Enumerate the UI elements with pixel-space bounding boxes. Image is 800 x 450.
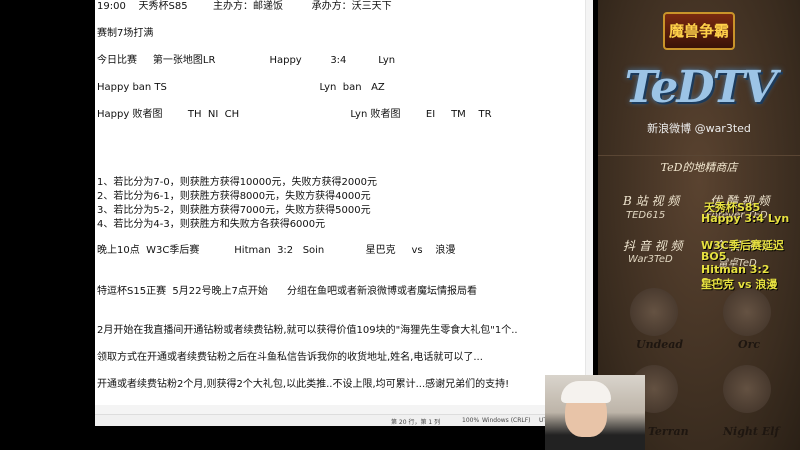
douyin-label: 抖 音 视 频	[623, 239, 683, 253]
overlay-line: Happy 3:4 Lyn	[701, 212, 790, 225]
text-line: 赛制7场打满	[97, 28, 154, 39]
overlay-line: BO5	[701, 250, 727, 263]
cursor-position: 第 20 行，第 1 列	[391, 419, 441, 426]
text-line: 特逗杯S15正赛 5月22号晚上7点开始 分组在鱼吧或者新浪微博或者魔坛情报局看	[97, 286, 477, 297]
text-line: 2、若比分为6-1，则获胜方获得8000元，失败方获得4000元	[97, 191, 371, 202]
notepad-window[interactable]: 19:00 天秀杯S85 主办方：邮递饭 承办方：沃三天下 赛制7场打满 今日比…	[95, 0, 593, 426]
douyin-id: War3TeD	[628, 254, 673, 265]
zoom-level: 100%	[462, 417, 480, 424]
tedtv-logo: TeDTV	[624, 62, 778, 113]
text-line: 开通或者续费钻粉2个月,则获得2个大礼包,以此类推..不设上限,均可累计...感…	[97, 379, 510, 390]
warcraft-logo: 魔兽争霸	[663, 12, 735, 50]
text-line: 2月开始在我直播间开通钻粉或者续费钻粉,就可以获得价值109块的"海狸先生零食大…	[97, 325, 518, 336]
bilibili-label: B 站 视 频	[623, 194, 680, 208]
text-line: 19:00 天秀杯S85 主办方：邮递饭 承办方：沃三天下	[97, 1, 392, 12]
horizontal-scrollbar[interactable]	[95, 405, 593, 414]
text-line: Happy 败者图 TH NI CH Lyn 败者图 EI TM TR	[97, 109, 492, 120]
text-line: 4、若比分为4-3，则获胜方和失败方各获得6000元	[97, 219, 326, 230]
text-line: 晚上10点 W3C季后赛 Hitman 3:2 Soin 星巴克 vs 浪漫	[97, 245, 456, 256]
night-elf-emblem-icon	[723, 365, 771, 413]
vertical-scrollbar[interactable]	[585, 0, 593, 405]
bilibili-id: TED615	[626, 210, 666, 221]
text-line: 3、若比分为5-2，则获胜方获得7000元，失败方获得5000元	[97, 205, 371, 216]
text-line: 领取方式在开通或者续费钻粉之后在斗鱼私信告诉我你的收货地址,姓名,电话就可以了.…	[97, 352, 483, 363]
race-undead: Undead	[636, 338, 684, 351]
streamer-cap	[561, 381, 611, 403]
race-orc: Orc	[738, 338, 761, 351]
status-bar: 第 20 行，第 1 列 100% Windows (CRLF) UT	[95, 414, 593, 426]
text-line: Happy ban TS Lyn ban AZ	[97, 82, 385, 93]
webcam-feed	[545, 375, 645, 450]
weibo-handle: 新浪微博 @war3ted	[647, 122, 751, 135]
text-line: 1、若比分为7-0，则获胜方获得10000元，失败方获得2000元	[97, 177, 377, 188]
line-ending: Windows (CRLF)	[482, 417, 531, 424]
orc-emblem-icon	[723, 288, 771, 336]
race-terran: Terran	[648, 425, 689, 438]
undead-emblem-icon	[630, 288, 678, 336]
shop-title: TeD的地精商店	[598, 155, 800, 175]
race-night-elf: Night Elf	[723, 425, 780, 438]
text-line: 今日比赛 第一张地图LR Happy 3:4 Lyn	[97, 55, 396, 66]
